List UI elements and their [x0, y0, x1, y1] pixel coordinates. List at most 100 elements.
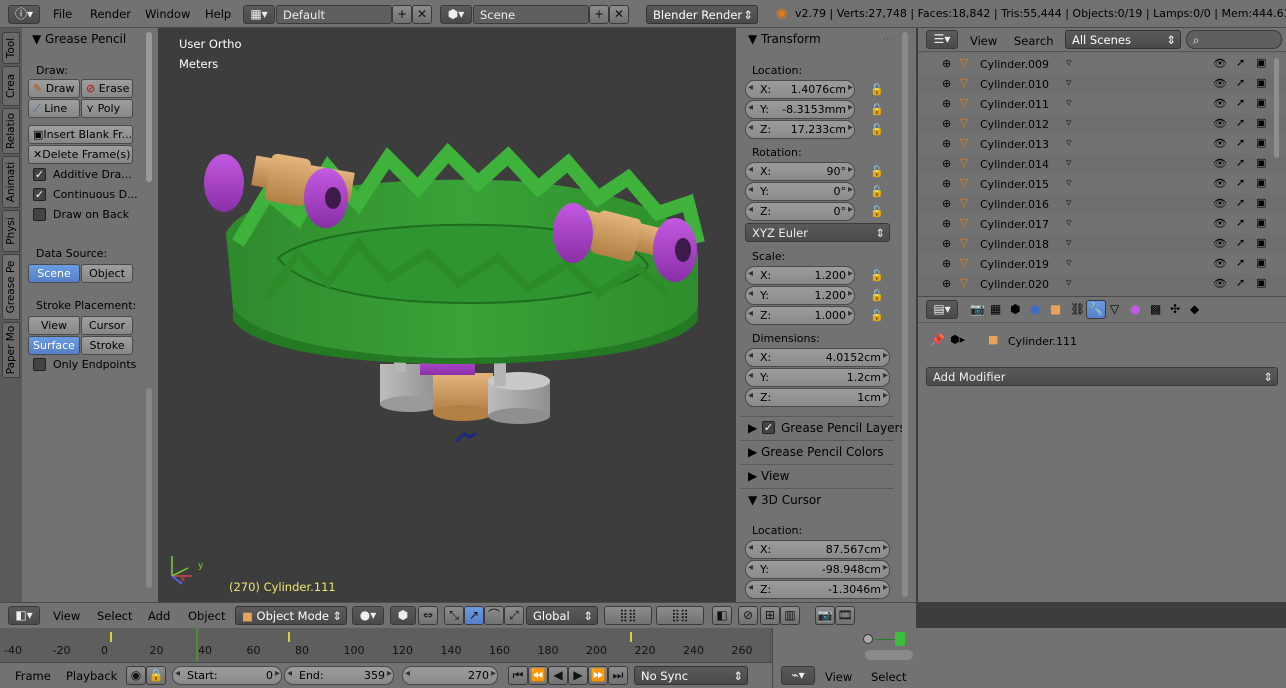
- outliner-search-menu[interactable]: Search: [1014, 34, 1054, 48]
- outliner-editor-type-button[interactable]: ☰▾: [926, 30, 958, 49]
- scene-tab-icon[interactable]: ⬢: [1010, 302, 1020, 316]
- 3d-viewport[interactable]: User Ortho Meters y x (270) Cylinder.111: [158, 28, 736, 602]
- proportional-edit-icon[interactable]: ⊘: [738, 606, 758, 625]
- lock-icon[interactable]: 🔓: [868, 307, 886, 325]
- camera-render-icon[interactable]: ▣: [1256, 216, 1266, 229]
- timeline-frame-menu[interactable]: Frame: [15, 669, 51, 683]
- npanel-scrollbar[interactable]: [902, 32, 908, 597]
- erase-button[interactable]: ⊘ Erase: [81, 79, 133, 98]
- toolshelf-scrollbar-lower[interactable]: [146, 388, 152, 588]
- outliner-view-menu[interactable]: View: [970, 34, 997, 48]
- menu-render[interactable]: Render: [90, 7, 131, 21]
- shading-select[interactable]: ●▾: [352, 606, 384, 625]
- layer-lock-icon[interactable]: ◧: [712, 606, 732, 625]
- outliner-row[interactable]: ⊕ ▽ Cylinder.010 ▿ 👁 ➚ ▣: [918, 74, 1286, 94]
- lock-icon[interactable]: 🔓: [868, 267, 886, 285]
- outliner-row[interactable]: ⊕ ▽ Cylinder.012 ▿ 👁 ➚ ▣: [918, 114, 1286, 134]
- outliner-row[interactable]: ⊕ ▽ Cylinder.011 ▿ 👁 ➚ ▣: [918, 94, 1286, 114]
- outliner-row[interactable]: ⊕ ▽ Cylinder.018 ▿ 👁 ➚ ▣: [918, 234, 1286, 254]
- node-scrollbar[interactable]: [865, 650, 913, 660]
- eye-icon[interactable]: 👁: [1213, 177, 1227, 190]
- camera-render-icon[interactable]: ▣: [1256, 96, 1266, 109]
- dimensions-y-field[interactable]: Y:1.2cm: [745, 368, 890, 387]
- cursor-select-icon[interactable]: ➚: [1236, 96, 1245, 109]
- render-engine-select[interactable]: Blender Render ⇕: [646, 5, 758, 24]
- outliner-search-input[interactable]: ⌕: [1186, 30, 1282, 49]
- camera-render-icon[interactable]: ▣: [1256, 196, 1266, 209]
- camera-render-icon[interactable]: ▣: [1256, 176, 1266, 189]
- timeline[interactable]: -40 -20 0 20 40 60 80 100 120 140 160 180 200 220 240 2…: [0, 628, 772, 662]
- render-tab-icon[interactable]: 📷: [970, 302, 985, 316]
- lock-icon[interactable]: 🔓: [868, 287, 886, 305]
- viewport-object-menu[interactable]: Object: [188, 609, 225, 623]
- continuous-drawing-checkbox[interactable]: ✓: [33, 188, 46, 201]
- outliner-row[interactable]: ⊕ ▽ Cylinder.020 ▿ 👁 ➚ ▣: [918, 274, 1286, 294]
- cursor-select-icon[interactable]: ➚: [1236, 236, 1245, 249]
- draw-on-back-checkbox[interactable]: [33, 208, 46, 221]
- only-endpoints-checkbox[interactable]: [33, 358, 46, 371]
- layout-remove-icon[interactable]: ✕: [412, 5, 432, 24]
- play-reverse-icon[interactable]: ◀: [548, 666, 568, 685]
- opengl-anim-icon[interactable]: 🎞: [835, 606, 855, 625]
- eye-icon[interactable]: 👁: [1213, 257, 1227, 270]
- camera-render-icon[interactable]: ▣: [1256, 156, 1266, 169]
- cursor-y-field[interactable]: Y:-98.948cm: [745, 560, 890, 579]
- tab-physics[interactable]: Physi: [2, 210, 20, 252]
- rotation-z-field[interactable]: Z:0°: [745, 202, 855, 221]
- mode-select[interactable]: ■ Object Mode ⇕: [235, 606, 347, 625]
- snap-element-icon[interactable]: ▥: [780, 606, 800, 625]
- cursor-select-icon[interactable]: ➚: [1236, 216, 1245, 229]
- toolshelf-scrollbar[interactable]: [146, 32, 152, 182]
- modifiers-tab-wrench-icon[interactable]: 🔧: [1086, 300, 1106, 319]
- properties-editor-type-button[interactable]: ▤▾: [926, 300, 958, 319]
- viewport-add-menu[interactable]: Add: [148, 609, 170, 623]
- poly-button[interactable]: ⋎ Poly: [81, 99, 133, 118]
- material-tab-icon[interactable]: ●: [1130, 302, 1140, 316]
- layers-grid-right[interactable]: ⣿⣿: [656, 606, 704, 625]
- layout-name-field[interactable]: Default: [276, 5, 392, 24]
- eye-icon[interactable]: 👁: [1213, 197, 1227, 210]
- lock-icon[interactable]: 🔓: [868, 203, 886, 221]
- info-editor-type-button[interactable]: ⓘ▾: [8, 5, 40, 24]
- record-icon[interactable]: ◉: [126, 666, 146, 685]
- camera-render-icon[interactable]: ▣: [1256, 256, 1266, 269]
- outliner-row[interactable]: ⊕ ▽ Cylinder.017 ▿ 👁 ➚ ▣: [918, 214, 1286, 234]
- view-section[interactable]: ▶ View: [740, 464, 894, 486]
- lock-icon[interactable]: 🔓: [868, 81, 886, 99]
- tab-relations[interactable]: Relatio: [2, 108, 20, 154]
- tab-animation[interactable]: Animati: [2, 156, 20, 208]
- scene-add-icon[interactable]: +: [589, 5, 609, 24]
- panel-collapse-icon[interactable]: ▼: [32, 32, 41, 46]
- line-button[interactable]: ⟋ Line: [28, 99, 80, 118]
- transform-collapse-icon[interactable]: ▼: [748, 32, 757, 46]
- gp-layers-checkbox[interactable]: ✓: [762, 421, 775, 434]
- viewport-select-menu[interactable]: Select: [97, 609, 132, 623]
- outliner-row[interactable]: ⊕ ▽ Cylinder.013 ▿ 👁 ➚ ▣: [918, 134, 1286, 154]
- cursor-select-icon[interactable]: ➚: [1236, 76, 1245, 89]
- jump-start-icon[interactable]: ⏮: [508, 666, 528, 685]
- pin-icon[interactable]: 📌: [930, 333, 945, 347]
- gp-colors-section[interactable]: ▶ Grease Pencil Colors: [740, 440, 894, 462]
- timeline-playback-menu[interactable]: Playback: [66, 669, 117, 683]
- jump-end-icon[interactable]: ⏭: [608, 666, 628, 685]
- lock-icon[interactable]: 🔓: [868, 101, 886, 119]
- scene-browse-button[interactable]: ⬢▾: [440, 5, 472, 24]
- rotation-y-field[interactable]: Y:0°: [745, 182, 855, 201]
- outliner-scrollbar[interactable]: [1274, 58, 1279, 158]
- cursor-x-field[interactable]: X:87.567cm: [745, 540, 890, 559]
- drag-handle-icon[interactable]: ⋯: [882, 32, 893, 45]
- cursor-select-icon[interactable]: ➚: [1236, 176, 1245, 189]
- additive-drawing-checkbox[interactable]: ✓: [33, 168, 46, 181]
- lock-icon[interactable]: 🔓: [868, 183, 886, 201]
- current-frame-field[interactable]: 270: [402, 666, 498, 685]
- location-z-field[interactable]: Z:17.233cm: [745, 120, 855, 139]
- camera-render-icon[interactable]: ▣: [1256, 116, 1266, 129]
- node-editor-type-button[interactable]: ⌁▾: [781, 666, 815, 685]
- scene-name-field[interactable]: Scene: [473, 5, 589, 24]
- sync-select[interactable]: No Sync ⇕: [634, 666, 748, 685]
- draw-button[interactable]: ✎ Draw: [28, 79, 80, 98]
- orientation-select[interactable]: Global ⇕: [526, 606, 598, 625]
- placement-surface-button[interactable]: Surface: [28, 336, 80, 355]
- placement-cursor-button[interactable]: Cursor: [81, 316, 133, 335]
- snap-icon[interactable]: ⊞: [760, 606, 780, 625]
